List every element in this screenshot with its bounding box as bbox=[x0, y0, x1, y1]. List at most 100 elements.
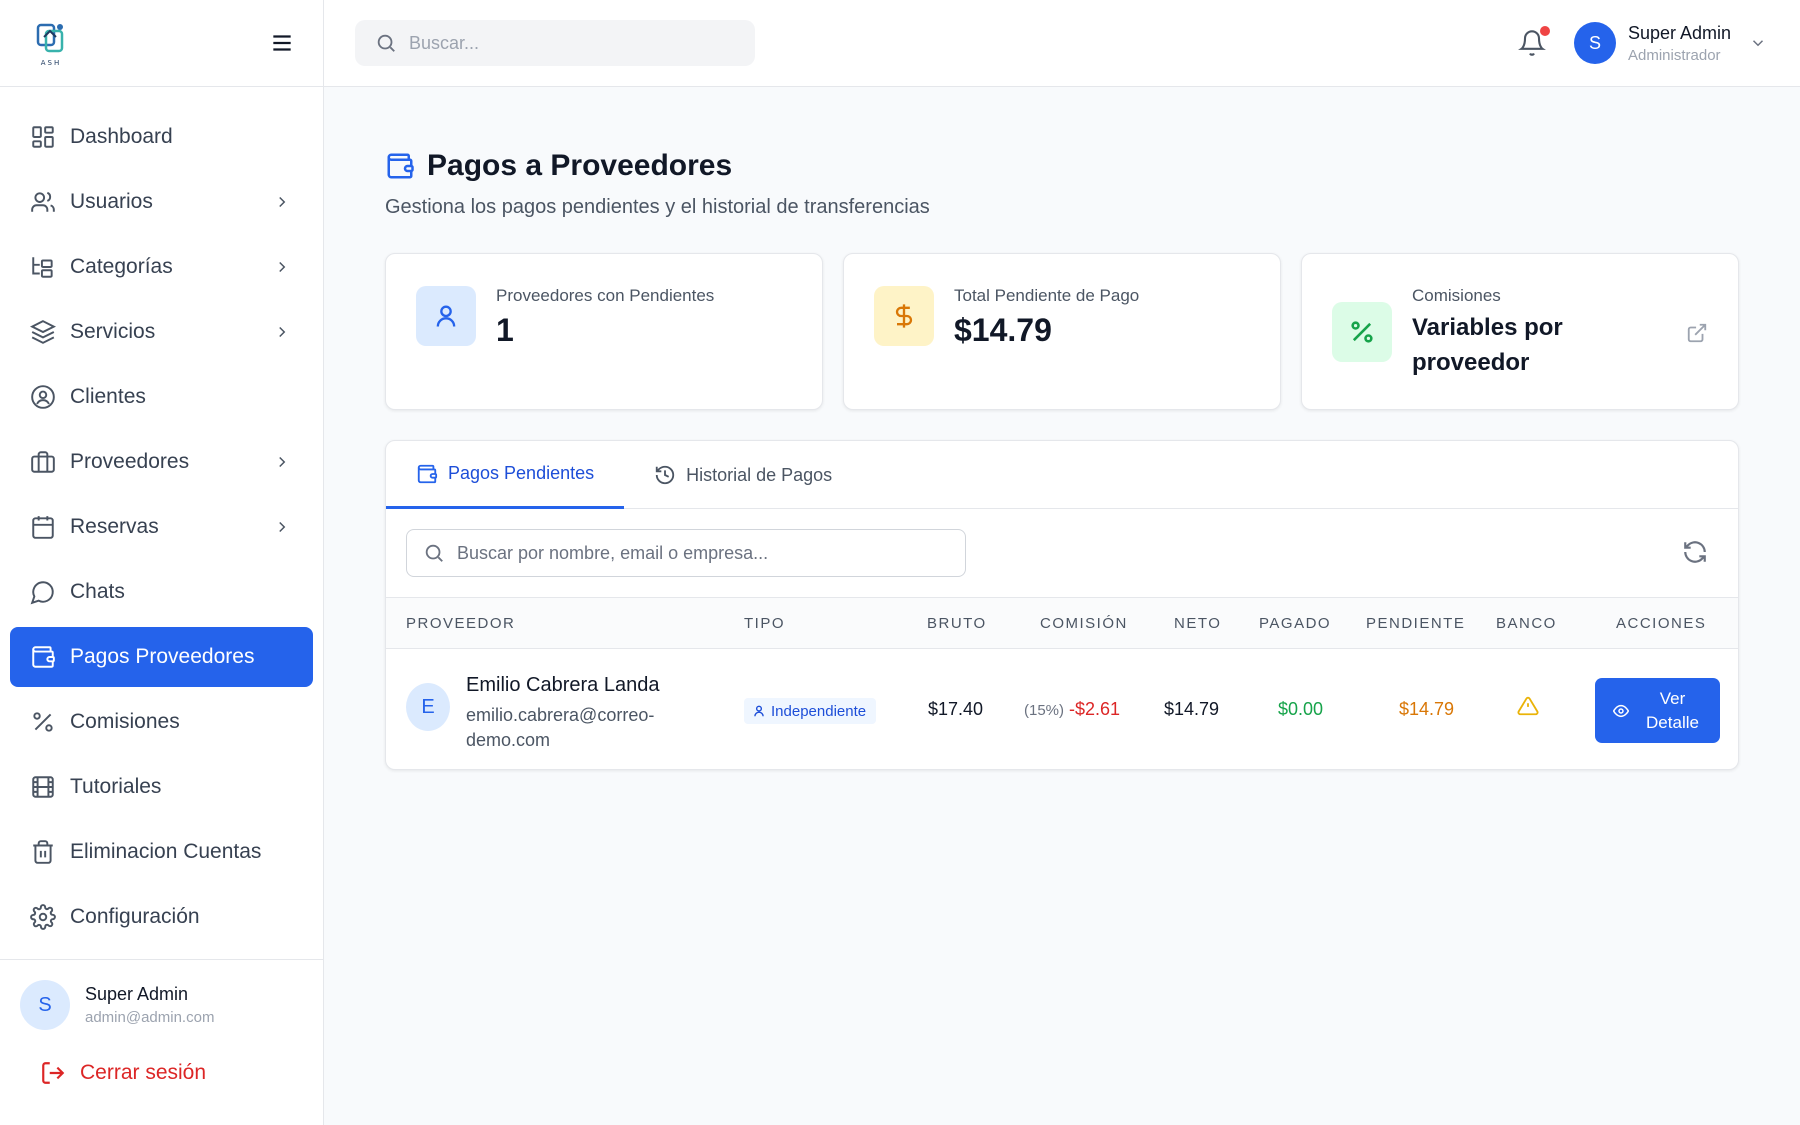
col-comision: COMISIÓN bbox=[1040, 615, 1128, 632]
tab-historial-pagos[interactable]: Historial de Pagos bbox=[624, 441, 862, 509]
stat-card-proveedores: Proveedores con Pendientes 1 bbox=[385, 253, 823, 410]
comision-percent: (15%) bbox=[1024, 702, 1065, 719]
avatar: S bbox=[1574, 22, 1616, 64]
top-header: S Super Admin Administrador bbox=[324, 0, 1800, 87]
provider-search-input[interactable] bbox=[457, 542, 937, 564]
logout-label: Cerrar sesión bbox=[80, 1061, 207, 1084]
provider-search[interactable] bbox=[406, 529, 966, 577]
dollar-icon bbox=[895, 304, 913, 328]
sidebar-header: ASH bbox=[0, 0, 323, 87]
sidebar-item-tutoriales[interactable]: Tutoriales bbox=[10, 757, 313, 817]
comision-amount: -$2.61 bbox=[1069, 699, 1121, 719]
sidebar-item-usuarios[interactable]: Usuarios bbox=[10, 172, 313, 232]
chevron-down-icon bbox=[1753, 40, 1764, 47]
col-neto: NETO bbox=[1174, 615, 1222, 632]
provider-email: emilio.cabrera@correo-demo.com bbox=[466, 705, 655, 750]
provider-name: Emilio Cabrera Landa bbox=[466, 674, 660, 696]
sidebar-item-label: Proveedores bbox=[70, 450, 190, 473]
percent-icon bbox=[33, 712, 53, 732]
tab-bar: Pagos Pendientes Historial de Pagos bbox=[386, 441, 1738, 509]
tab-pagos-pendientes[interactable]: Pagos Pendientes bbox=[386, 441, 625, 509]
col-bruto: BRUTO bbox=[927, 615, 987, 632]
calendar-icon bbox=[32, 516, 54, 539]
sidebar-item-label: Pagos Proveedores bbox=[70, 645, 255, 668]
sidebar-item-pagos-proveedores[interactable]: Pagos Proveedores bbox=[10, 627, 313, 687]
external-link-icon[interactable] bbox=[1686, 322, 1708, 344]
view-detail-button[interactable]: Ver Detalle bbox=[1595, 678, 1720, 743]
eye-icon bbox=[1612, 704, 1629, 717]
chevron-right-icon bbox=[279, 521, 286, 533]
cell-bruto: $17.40 bbox=[928, 699, 984, 719]
user-circle-icon bbox=[31, 385, 55, 409]
chevron-right-icon bbox=[279, 196, 286, 208]
sidebar-item-label: Usuarios bbox=[70, 190, 153, 213]
logout-icon bbox=[42, 1062, 65, 1084]
sidebar-item-clientes[interactable]: Clientes bbox=[10, 367, 313, 427]
col-pagado: PAGADO bbox=[1259, 615, 1332, 632]
user-icon bbox=[436, 305, 456, 327]
sidebar-item-label: Clientes bbox=[70, 385, 146, 408]
col-proveedor: PROVEEDOR bbox=[406, 615, 516, 632]
menu-icon[interactable] bbox=[269, 30, 295, 56]
card-value: $14.79 bbox=[954, 312, 1052, 348]
stat-card-comisiones: Comisiones Variables por proveedor bbox=[1301, 253, 1739, 410]
warning-icon bbox=[1517, 696, 1539, 716]
sidebar-item-comisiones[interactable]: Comisiones bbox=[10, 692, 313, 752]
avatar: E bbox=[406, 683, 450, 731]
header-user-role: Administrador bbox=[1628, 46, 1721, 64]
tab-label: Historial de Pagos bbox=[686, 464, 833, 485]
card-label: Proveedores con Pendientes bbox=[496, 286, 715, 305]
sidebar-item-label: Comisiones bbox=[70, 710, 180, 733]
stat-cards: Proveedores con Pendientes 1 Total Pendi… bbox=[385, 253, 1739, 410]
sidebar-item-label: Servicios bbox=[70, 320, 156, 343]
sidebar-item-categorias[interactable]: Categorías bbox=[10, 237, 313, 297]
search-icon bbox=[425, 544, 443, 562]
chevron-right-icon bbox=[279, 456, 286, 468]
folder-tree-icon bbox=[32, 257, 53, 278]
sidebar-item-label: Categorías bbox=[70, 255, 173, 278]
wallet-icon bbox=[387, 153, 414, 179]
sidebar-item-dashboard[interactable]: Dashboard bbox=[10, 107, 313, 167]
main-content: Pagos a Proveedores Gestiona los pagos p… bbox=[324, 88, 1800, 1125]
sidebar-item-reservas[interactable]: Reservas bbox=[10, 497, 313, 557]
global-search[interactable] bbox=[355, 20, 755, 66]
stat-card-total-pendiente: Total Pendiente de Pago $14.79 bbox=[843, 253, 1281, 410]
sidebar-item-eliminacion-cuentas[interactable]: Eliminacion Cuentas bbox=[10, 822, 313, 882]
sidebar-item-label: Tutoriales bbox=[70, 775, 162, 798]
notification-dot bbox=[1540, 26, 1550, 36]
gear-icon bbox=[30, 904, 56, 930]
briefcase-icon bbox=[31, 451, 55, 473]
card-icon-box bbox=[416, 286, 476, 346]
chevron-right-icon bbox=[279, 261, 286, 273]
film-icon bbox=[32, 776, 54, 798]
card-icon-box bbox=[874, 286, 934, 346]
search-input[interactable] bbox=[409, 32, 729, 54]
user-menu[interactable]: S Super Admin Administrador bbox=[1574, 22, 1767, 64]
cell-pagado: $0.00 bbox=[1278, 699, 1324, 719]
card-value: Variables por proveedor bbox=[1412, 314, 1563, 376]
cell-comision: (15%) -$2.61 bbox=[1024, 699, 1120, 720]
header-user-name: Super Admin bbox=[1628, 22, 1732, 43]
dashboard-icon bbox=[32, 126, 54, 148]
sidebar-item-servicios[interactable]: Servicios bbox=[10, 302, 313, 362]
sidebar-item-chats[interactable]: Chats bbox=[10, 562, 313, 622]
sidebar-item-proveedores[interactable]: Proveedores bbox=[10, 432, 313, 492]
logout-button[interactable]: Cerrar sesión bbox=[0, 1060, 323, 1086]
sidebar-item-label: Eliminacion Cuentas bbox=[70, 840, 262, 863]
page-title-row: Pagos a Proveedores bbox=[385, 149, 732, 183]
page-subtitle: Gestiona los pagos pendientes y el histo… bbox=[385, 196, 930, 218]
sidebar-nav: Dashboard Usuarios Categorías Servicios … bbox=[0, 87, 323, 947]
tab-label: Pagos Pendientes bbox=[448, 463, 595, 483]
col-pendiente: PENDIENTE bbox=[1366, 615, 1466, 632]
logo-icon bbox=[36, 23, 64, 53]
card-label: Comisiones bbox=[1412, 286, 1501, 305]
payments-panel: Pagos Pendientes Historial de Pagos PROV… bbox=[385, 440, 1739, 770]
sidebar-item-label: Reservas bbox=[70, 515, 159, 538]
layers-icon bbox=[30, 320, 56, 344]
refresh-icon[interactable] bbox=[1682, 539, 1708, 565]
avatar: S bbox=[20, 980, 70, 1030]
col-acciones: ACCIONES bbox=[1616, 615, 1707, 632]
sidebar-footer: S Super Admin admin@admin.com Cerrar ses… bbox=[0, 959, 323, 1125]
sidebar-item-configuracion[interactable]: Configuración bbox=[10, 887, 313, 947]
app-logo[interactable]: ASH bbox=[30, 19, 72, 67]
